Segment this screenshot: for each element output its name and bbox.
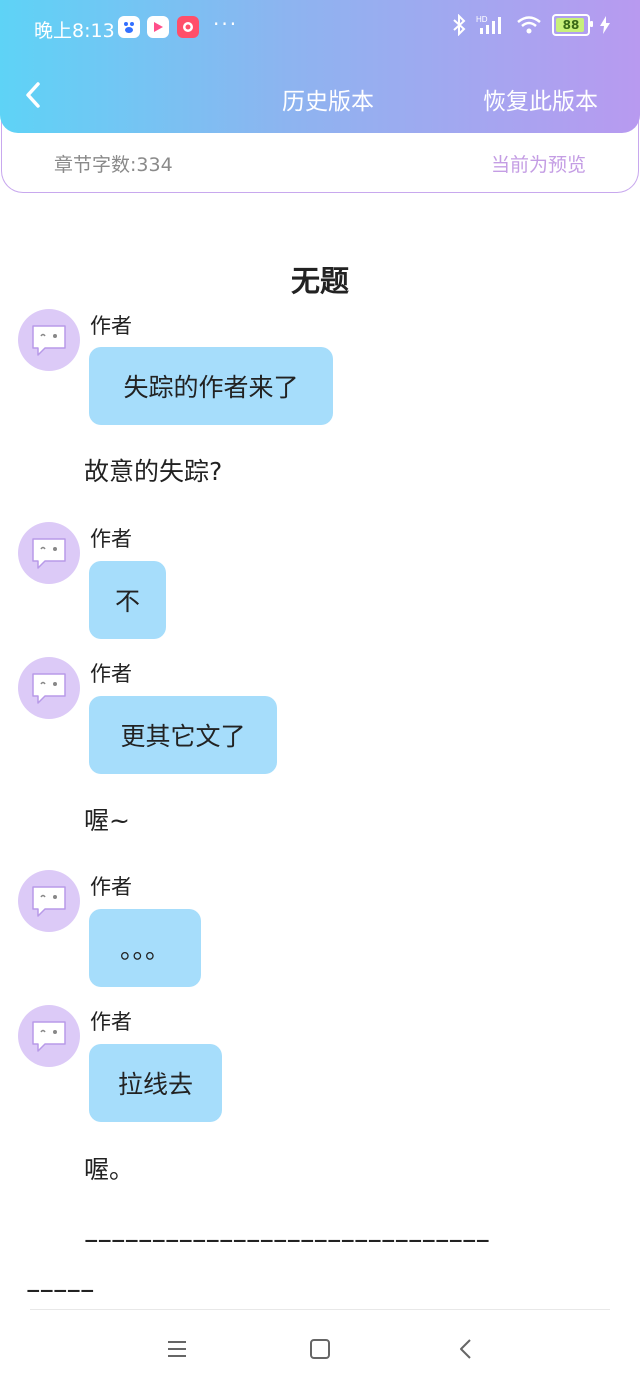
chat-face-icon bbox=[32, 538, 66, 569]
header-bar: 晚上8:13 ··· HD 88 历史版本 恢复此版本 bbox=[0, 0, 640, 133]
system-back-icon[interactable] bbox=[450, 1332, 484, 1366]
narration-text: 喔~ bbox=[84, 806, 130, 835]
chapter-title: 无题 bbox=[290, 264, 349, 298]
battery-level: 88 bbox=[562, 18, 580, 32]
battery-icon: 88 bbox=[552, 14, 593, 36]
author-avatar[interactable] bbox=[18, 309, 80, 371]
home-icon[interactable] bbox=[303, 1332, 337, 1366]
restore-version-button[interactable]: 恢复此版本 bbox=[483, 82, 598, 116]
word-count: 章节字数:334 bbox=[54, 154, 173, 176]
nav-divider bbox=[30, 1309, 610, 1310]
author-avatar[interactable] bbox=[18, 522, 80, 584]
chat-face-icon bbox=[32, 325, 66, 356]
status-bar: 晚上8:13 ··· HD 88 bbox=[0, 0, 640, 56]
preview-status: 当前为预览 bbox=[490, 154, 586, 176]
author-name: 作者 bbox=[90, 1010, 132, 1034]
author-avatar[interactable] bbox=[18, 1005, 80, 1067]
author-name: 作者 bbox=[90, 875, 132, 899]
narration-text: 故意的失踪? bbox=[84, 457, 223, 486]
message-bubble: 不 bbox=[89, 561, 166, 639]
author-avatar[interactable] bbox=[18, 657, 80, 719]
separator-line-continued: ––––– bbox=[26, 1272, 94, 1306]
menu-icon[interactable] bbox=[160, 1332, 194, 1366]
more-notifications-icon: ··· bbox=[213, 12, 239, 36]
signal-icon: HD bbox=[476, 15, 501, 34]
author-name: 作者 bbox=[90, 314, 132, 338]
baidu-app-icon bbox=[118, 16, 140, 38]
chat-face-icon bbox=[32, 673, 66, 704]
svg-text:HD: HD bbox=[476, 15, 488, 24]
charging-icon bbox=[600, 16, 610, 34]
wifi-icon bbox=[517, 16, 541, 34]
status-time: 晚上8:13 bbox=[34, 20, 115, 42]
bluetooth-icon bbox=[453, 14, 466, 36]
author-name: 作者 bbox=[90, 662, 132, 686]
message-bubble: 拉线去 bbox=[89, 1044, 222, 1122]
chat-face-icon bbox=[32, 886, 66, 917]
narration-text: 喔。 bbox=[84, 1155, 135, 1184]
separator-line: –––––––––––––––––––––––––––––– bbox=[84, 1222, 490, 1256]
message-bubble: 。。。 bbox=[89, 909, 201, 987]
chat-face-icon bbox=[32, 1021, 66, 1052]
message-bubble: 更其它文了 bbox=[89, 696, 277, 774]
video-app-icon bbox=[147, 16, 169, 38]
message-bubble: 失踪的作者来了 bbox=[89, 347, 333, 425]
author-avatar[interactable] bbox=[18, 870, 80, 932]
social-app-icon bbox=[177, 16, 199, 38]
author-name: 作者 bbox=[90, 527, 132, 551]
